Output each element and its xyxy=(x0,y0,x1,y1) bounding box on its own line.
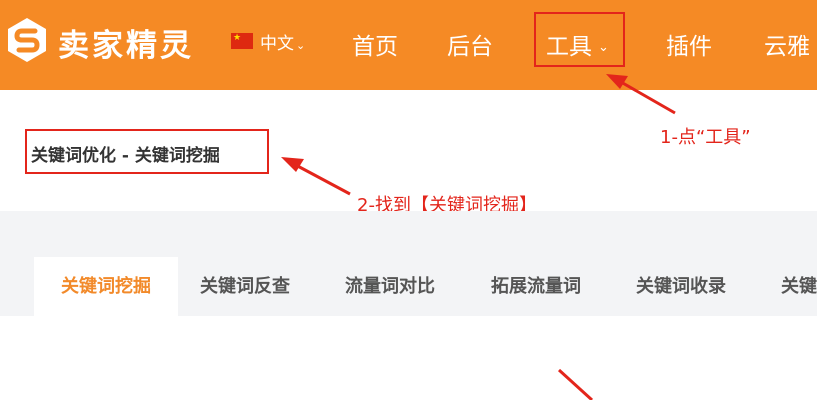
tab-traffic-compare[interactable]: 流量词对比 xyxy=(345,257,435,316)
top-navbar: 卖家精灵 ★ 中文 ⌄ 首页 后台 工具 ⌄ 插件 云雅 xyxy=(0,0,817,90)
nav-yunya[interactable]: 云雅 xyxy=(764,27,810,61)
china-flag-icon: ★ xyxy=(231,33,253,49)
arrow-step-2 xyxy=(281,157,351,196)
language-label: 中文 xyxy=(260,34,294,54)
tab-keyword-mining[interactable]: 关键词挖掘 xyxy=(34,257,178,316)
nav-admin[interactable]: 后台 xyxy=(447,27,493,61)
tab-expand-traffic[interactable]: 拓展流量词 xyxy=(491,257,581,316)
tab-keyword-index[interactable]: 关键词收录 xyxy=(636,257,726,316)
highlight-box-breadcrumb xyxy=(25,129,269,174)
annotation-step-1: 1-点“工具” xyxy=(660,127,751,148)
brand-logo-icon[interactable] xyxy=(6,17,48,63)
brand-name[interactable]: 卖家精灵 xyxy=(58,20,194,65)
tab-keyword-more[interactable]: 关键 xyxy=(781,257,817,316)
tab-keyword-reverse[interactable]: 关键词反查 xyxy=(200,257,290,316)
chevron-down-icon: ⌄ xyxy=(296,39,306,52)
highlight-box-tools xyxy=(534,12,625,67)
language-selector[interactable]: 中文 ⌄ xyxy=(260,29,305,54)
nav-home[interactable]: 首页 xyxy=(352,27,398,61)
nav-plugins[interactable]: 插件 xyxy=(666,27,712,61)
content-area xyxy=(0,316,817,400)
tool-tabs: 关键词挖掘 关键词反查 流量词对比 拓展流量词 关键词收录 关键 xyxy=(0,211,817,316)
